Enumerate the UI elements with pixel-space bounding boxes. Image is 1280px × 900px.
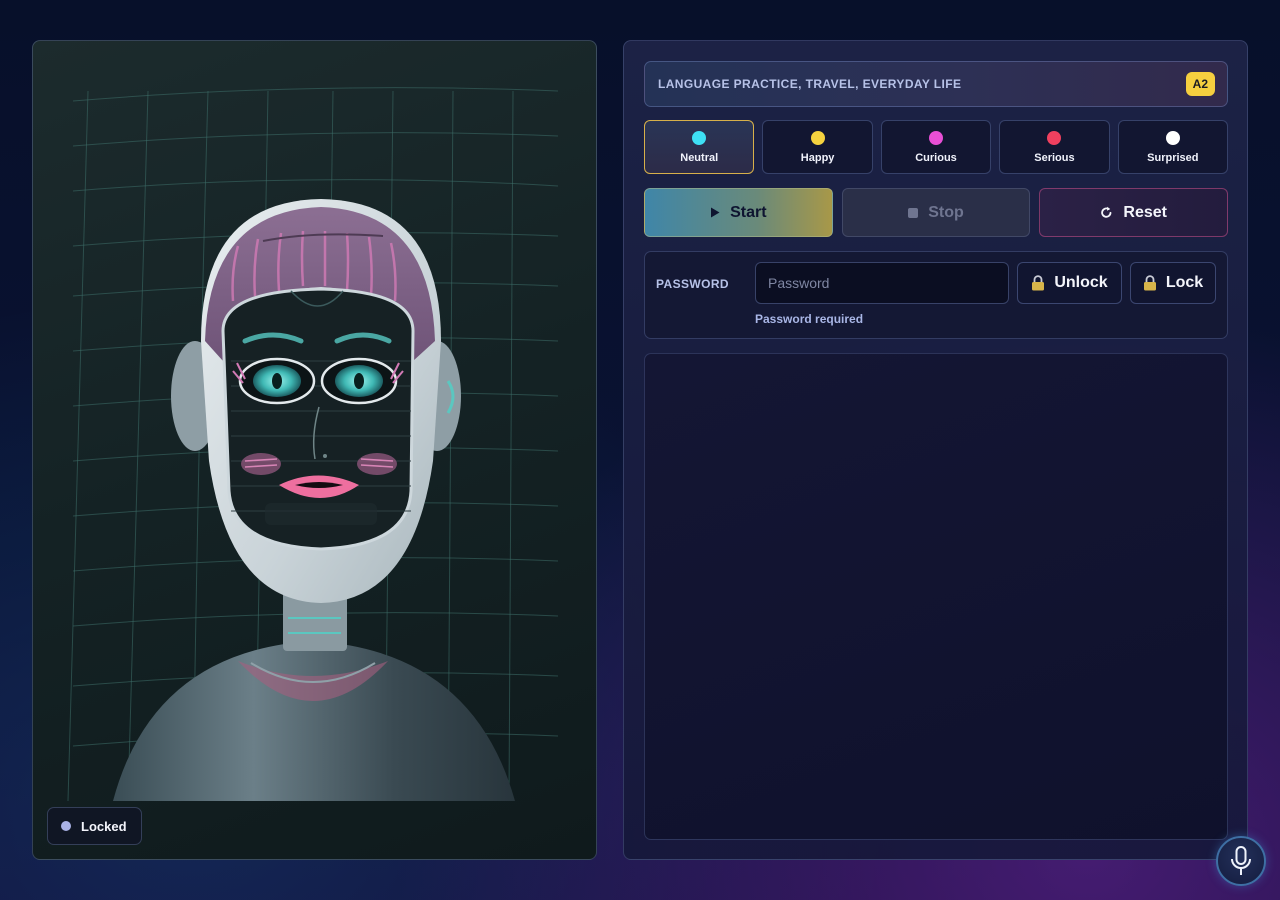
robot-avatar-illustration: [67, 87, 559, 802]
control-panel: LANGUAGE PRACTICE, TRAVEL, EVERYDAY LIFE…: [623, 40, 1248, 860]
stop-icon: [908, 207, 919, 218]
mood-option-serious[interactable]: Serious: [999, 120, 1110, 174]
padlock-icon: [1032, 275, 1045, 291]
lock-status-badge: Locked: [47, 807, 142, 845]
password-label: PASSWORD: [656, 277, 729, 291]
lock-status-label: Locked: [81, 818, 127, 834]
mood-option-curious[interactable]: Curious: [880, 120, 992, 174]
mood-option-surprised[interactable]: Surprised: [1117, 120, 1229, 174]
mood-label: Happy: [800, 151, 835, 164]
start-button[interactable]: Start: [644, 188, 833, 237]
refresh-icon: [1101, 206, 1112, 218]
password-hint: Password required: [755, 312, 864, 326]
level-badge: A2: [1185, 72, 1215, 96]
microphone-icon: [1231, 846, 1251, 875]
mood-color-dot: [929, 130, 944, 145]
microphone-button[interactable]: [1216, 836, 1266, 886]
status-indicator-dot: [61, 821, 71, 831]
mood-option-neutral[interactable]: Neutral: [644, 120, 755, 174]
stop-button[interactable]: Stop: [841, 188, 1031, 237]
session-actions: Start Stop Reset: [644, 188, 1229, 237]
reset-button[interactable]: Reset: [1039, 188, 1229, 237]
mood-option-happy[interactable]: Happy: [762, 120, 873, 174]
stop-button-label: Stop: [928, 203, 964, 221]
lock-button[interactable]: Lock: [1130, 262, 1216, 304]
conversation-panel[interactable]: [644, 353, 1228, 840]
password-input[interactable]: [755, 262, 1009, 304]
topic-label: LANGUAGE PRACTICE, TRAVEL, EVERYDAY LIFE: [658, 77, 962, 91]
mood-color-dot: [1047, 130, 1062, 145]
mood-color-dot: [692, 130, 707, 145]
mood-selector: Neutral Happy Curious Serious Surprised: [644, 120, 1229, 174]
mood-label: Surprised: [1147, 151, 1199, 164]
unlock-button-label: Unlock: [1054, 274, 1108, 291]
play-icon: [711, 207, 720, 218]
unlock-button[interactable]: Unlock: [1017, 262, 1122, 304]
mood-color-dot: [1165, 130, 1180, 145]
start-button-label: Start: [730, 203, 767, 221]
mood-label: Neutral: [680, 151, 719, 164]
padlock-icon: [1143, 275, 1156, 291]
mood-color-dot: [810, 130, 825, 145]
mood-label: Serious: [1034, 151, 1075, 164]
lock-button-label: Lock: [1165, 274, 1204, 291]
topic-bar: LANGUAGE PRACTICE, TRAVEL, EVERYDAY LIFE…: [644, 61, 1228, 107]
avatar-panel: Locked: [32, 40, 597, 860]
password-section: PASSWORD Unlock Lock Password required: [644, 251, 1228, 339]
mood-label: Curious: [915, 151, 957, 164]
reset-button-label: Reset: [1123, 203, 1167, 221]
